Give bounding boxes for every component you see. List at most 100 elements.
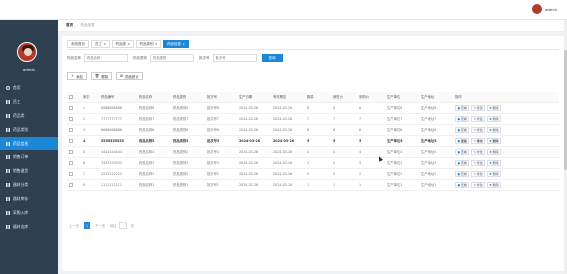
- sidebar-item-8[interactable]: 器材库存: [0, 192, 58, 206]
- table-cell: 2024-03-26: [271, 102, 305, 114]
- edit-button[interactable]: ✎修改: [470, 170, 486, 177]
- breadcrumb-home[interactable]: 首页: [66, 23, 73, 28]
- page-1-button[interactable]: 1: [83, 222, 90, 229]
- search-label-batch: 批次号: [199, 55, 210, 60]
- table-row[interactable]: 4 5555555555 药品名称5 药品类别5 批次号5 2024-03-26 2024-…: [67, 135, 559, 147]
- add-button[interactable]: + 添加: [67, 72, 87, 80]
- table-row[interactable]: 8 1111111111 药品名称1 药品类别1 批次号1 2024-03-26 2024-…: [67, 179, 559, 191]
- edit-button[interactable]: ✎修改: [470, 137, 486, 144]
- view-button[interactable]: ●查看: [455, 148, 470, 155]
- table-cell: 5: [357, 135, 385, 147]
- search-button[interactable]: 查询: [261, 54, 283, 62]
- edit-button[interactable]: ✎修改: [470, 126, 486, 133]
- chevron-down-icon[interactable]: ▾: [183, 42, 185, 46]
- edit-button[interactable]: ✎修改: [470, 159, 486, 166]
- sidebar-item-2[interactable]: 药品类: [0, 109, 58, 123]
- drug-name-input[interactable]: [84, 54, 128, 62]
- view-button[interactable]: ●查看: [455, 159, 470, 166]
- tab-1[interactable]: 员工 ▾: [91, 40, 110, 48]
- pagination: 上一页 1 下一页 前往 页: [67, 222, 134, 229]
- view-button[interactable]: ●查看: [455, 170, 470, 177]
- view-button[interactable]: ●查看: [455, 115, 470, 122]
- table-row[interactable]: 1 8888888888 药品名称8 药品类别8 批次号8 2024-03-26 2024-…: [67, 102, 559, 114]
- table-row[interactable]: 7 2222222222 药品名称2 药品类别2 批次号2 2024-03-26 2024-…: [67, 168, 559, 180]
- statistics-button[interactable]: ⊞ 药品统计: [116, 72, 143, 80]
- row-checkbox[interactable]: [69, 138, 73, 143]
- row-checkbox[interactable]: [69, 127, 73, 132]
- row-checkbox[interactable]: [69, 149, 73, 154]
- row-checkbox[interactable]: [69, 171, 73, 176]
- table-cell: 批次号4: [205, 146, 237, 158]
- table-cell: 药品类别6: [171, 124, 205, 136]
- pencil-icon: ✎: [473, 149, 476, 154]
- sidebar-item-label: 器材出库: [13, 223, 29, 229]
- table-row[interactable]: 5 4444444444 药品名称4 药品类别4 批次号4 2024-03-26 2024-…: [67, 146, 559, 158]
- sidebar-item-0[interactable]: 首页: [0, 81, 58, 95]
- view-button[interactable]: ●查看: [455, 104, 470, 111]
- avatar[interactable]: [17, 42, 37, 62]
- goto-page-input[interactable]: [119, 222, 128, 229]
- row-delete-button[interactable]: ✖删除: [486, 115, 502, 122]
- user-menu[interactable]: admin: [532, 4, 557, 14]
- row-delete-button[interactable]: ✖删除: [486, 104, 502, 111]
- chevron-down-icon[interactable]: ▾: [128, 42, 130, 46]
- row-delete-button[interactable]: ✖删除: [486, 170, 502, 177]
- trash-icon: ✖: [489, 127, 492, 132]
- sidebar-item-5[interactable]: 销售订单: [0, 150, 58, 164]
- table-cell: 2: [81, 113, 99, 125]
- sidebar-item-10[interactable]: 器材出库: [0, 220, 58, 234]
- table-cell: 药品名称2: [137, 168, 171, 180]
- next-page-button[interactable]: 下一页: [93, 222, 107, 229]
- table-row[interactable]: 2 7777777777 药品名称7 药品类别7 批次号7 2024-03-26 2024-…: [67, 113, 559, 125]
- select-all-checkbox[interactable]: [69, 94, 73, 99]
- table-cell: 2024-03-26: [271, 179, 305, 191]
- table-cell: 2024-03-26: [237, 179, 271, 191]
- row-delete-button[interactable]: ✖删除: [486, 148, 502, 155]
- edit-button[interactable]: ✎修改: [470, 181, 486, 188]
- tab-0[interactable]: 系统首页: [67, 40, 89, 48]
- delete-button[interactable]: 🗑 删除: [90, 72, 113, 80]
- tab-4[interactable]: 药品信息 ▾: [163, 40, 189, 48]
- grid-icon: [6, 183, 10, 188]
- column-header: 索引: [81, 92, 99, 103]
- sidebar-item-9[interactable]: 采购入库: [0, 206, 58, 220]
- search-label-name: 药品名称: [67, 55, 81, 60]
- table-cell: 1: [357, 179, 385, 191]
- sidebar-item-1[interactable]: 员工: [0, 95, 58, 109]
- view-button[interactable]: ●查看: [455, 137, 470, 144]
- table-row[interactable]: 3 6666666666 药品名称6 药品类别6 批次号6 2024-03-26 2024-…: [67, 124, 559, 136]
- tab-3[interactable]: 药品类别 ▾: [135, 40, 162, 48]
- row-checkbox[interactable]: [69, 160, 73, 165]
- batch-number-input[interactable]: [212, 54, 257, 62]
- sidebar-item-7[interactable]: 器材分类: [0, 178, 58, 192]
- row-delete-button[interactable]: ✖删除: [486, 126, 502, 133]
- row-checkbox[interactable]: [69, 182, 73, 187]
- trash-icon: ✖: [489, 149, 492, 154]
- prev-page-button[interactable]: 上一页: [67, 222, 81, 229]
- sidebar-menu: 首页 员工 药品类 药品类别 药品信息 销售订单 销售退货 器材分类 器材库存 采购入库器材出库: [0, 81, 58, 234]
- edit-button[interactable]: ✎修改: [470, 148, 486, 155]
- sidebar-item-4[interactable]: 药品信息: [0, 136, 58, 151]
- trash-icon: ✖: [489, 116, 492, 121]
- top-username: admin: [545, 6, 557, 12]
- table-row[interactable]: 6 3333333333 药品名称3 药品类别3 批次号3 2024-03-26 2024-…: [67, 157, 559, 169]
- table-cell: 5: [331, 135, 357, 147]
- row-delete-button[interactable]: ✖删除: [486, 137, 502, 144]
- sidebar-item-6[interactable]: 销售退货: [0, 164, 58, 178]
- row-checkbox[interactable]: [69, 116, 73, 121]
- row-delete-button[interactable]: ✖删除: [486, 159, 502, 166]
- edit-button[interactable]: ✎修改: [470, 104, 486, 111]
- trash-icon: ✖: [489, 138, 492, 143]
- view-button[interactable]: ●查看: [455, 126, 470, 133]
- drug-category-input[interactable]: [150, 54, 194, 62]
- table-cell: 7: [357, 113, 385, 125]
- sidebar-item-3[interactable]: 药品类别: [0, 123, 58, 137]
- edit-button[interactable]: ✎修改: [470, 115, 486, 122]
- row-checkbox[interactable]: [69, 105, 73, 110]
- tab-2[interactable]: 药品类 ▾: [111, 40, 134, 48]
- row-actions: ●查看 ✎修改 ✖删除: [453, 157, 559, 169]
- view-button[interactable]: ●查看: [455, 181, 470, 188]
- chevron-down-icon[interactable]: ▾: [104, 42, 106, 46]
- chevron-down-icon[interactable]: ▾: [156, 42, 158, 46]
- row-delete-button[interactable]: ✖删除: [486, 181, 502, 188]
